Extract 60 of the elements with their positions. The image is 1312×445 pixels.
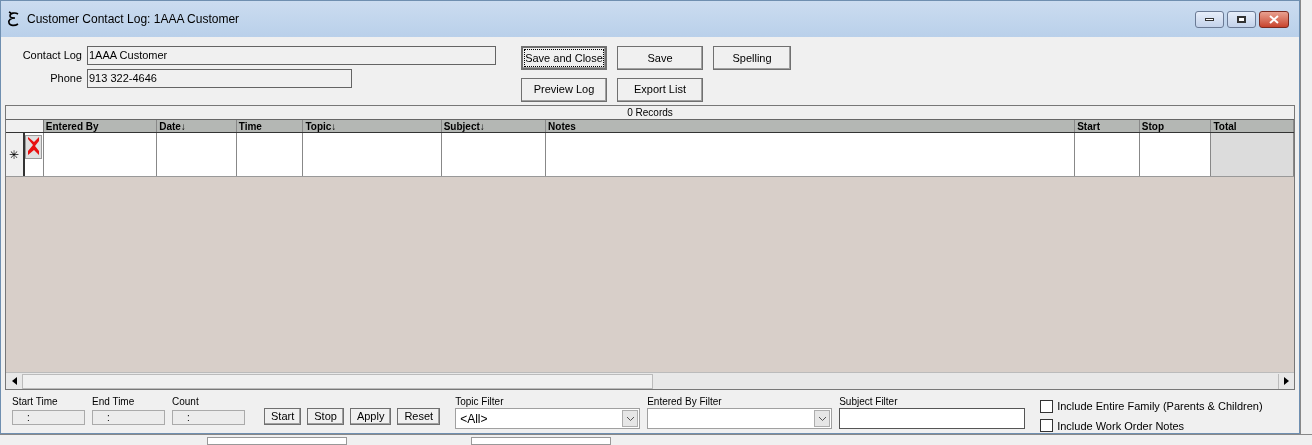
column-header[interactable]: Stop [1139, 120, 1212, 132]
text-field[interactable]: 913 322-4646 [87, 69, 352, 88]
window-title: Customer Contact Log: 1AAA Customer [27, 11, 240, 28]
action-button[interactable]: Save [617, 46, 703, 70]
filter-action-button[interactable]: Stop [307, 408, 344, 425]
chevron-down-icon [814, 410, 831, 427]
close-icon [1269, 14, 1279, 24]
column-header[interactable]: Topic↓ [303, 120, 442, 132]
new-row-marker: ✳ [6, 133, 25, 176]
time-field: : [92, 410, 165, 425]
field-label: Phone [49, 71, 83, 87]
column-header[interactable]: Entered By [43, 120, 158, 132]
field-label: End Time [92, 396, 136, 408]
close-button[interactable] [1259, 10, 1289, 28]
field-label: Subject Filter [839, 396, 899, 408]
filter-action-button[interactable]: Apply [349, 408, 392, 425]
table-cell[interactable] [157, 133, 237, 176]
column-header[interactable]: Subject↓ [441, 120, 547, 132]
filter-action-button[interactable]: Start [264, 408, 302, 425]
text-field[interactable]: 1AAA Customer [87, 46, 496, 65]
action-button[interactable]: Preview Log [521, 77, 607, 102]
column-header[interactable]: Start [1075, 120, 1140, 132]
action-button[interactable]: Export List [617, 77, 703, 102]
dropdown[interactable] [647, 408, 833, 429]
column-header[interactable]: Date↓ [157, 120, 237, 132]
field-label: Topic Filter [455, 396, 505, 408]
table-cell[interactable] [1075, 133, 1140, 176]
checkbox[interactable] [1040, 399, 1054, 413]
checkbox-label: Include Work Order Notes [1057, 418, 1185, 434]
table-cell[interactable] [1139, 133, 1212, 176]
column-header[interactable]: Time [236, 120, 304, 132]
table-cell[interactable] [43, 133, 158, 176]
field-label: Count [172, 396, 200, 408]
minimize-button[interactable] [1195, 10, 1224, 28]
table-cell[interactable] [303, 133, 442, 176]
column-header[interactable]: Notes [546, 120, 1076, 132]
time-field: : [12, 410, 85, 425]
maximize-button[interactable] [1227, 10, 1256, 28]
subject-filter-field[interactable] [839, 408, 1026, 429]
table-cell[interactable] [1211, 133, 1294, 176]
app-logo-icon [7, 11, 21, 27]
field-label: Start Time [12, 396, 59, 408]
column-header[interactable]: Total [1211, 120, 1294, 132]
checkbox[interactable] [1040, 419, 1054, 433]
horizontal-scrollbar[interactable] [6, 372, 1294, 389]
filter-action-button[interactable]: Reset [397, 408, 441, 425]
record-count-bar: 0 Records [6, 106, 1294, 120]
action-button[interactable]: Spelling [713, 46, 791, 70]
scrollbar-thumb[interactable] [22, 373, 653, 389]
checkbox-label: Include Entire Family (Parents & Children) [1057, 399, 1263, 414]
chevron-down-icon [622, 410, 639, 427]
action-button[interactable]: Save and Close [521, 46, 607, 70]
time-field: : [172, 410, 245, 425]
field-label: Contact Log [21, 48, 83, 64]
dropdown[interactable]: <All> [455, 408, 641, 429]
table-cell[interactable] [546, 133, 1076, 176]
table-cell[interactable] [236, 133, 304, 176]
field-label: Entered By Filter [647, 396, 723, 408]
table-cell[interactable] [441, 133, 547, 176]
dropdown-value: <All> [459, 410, 489, 428]
